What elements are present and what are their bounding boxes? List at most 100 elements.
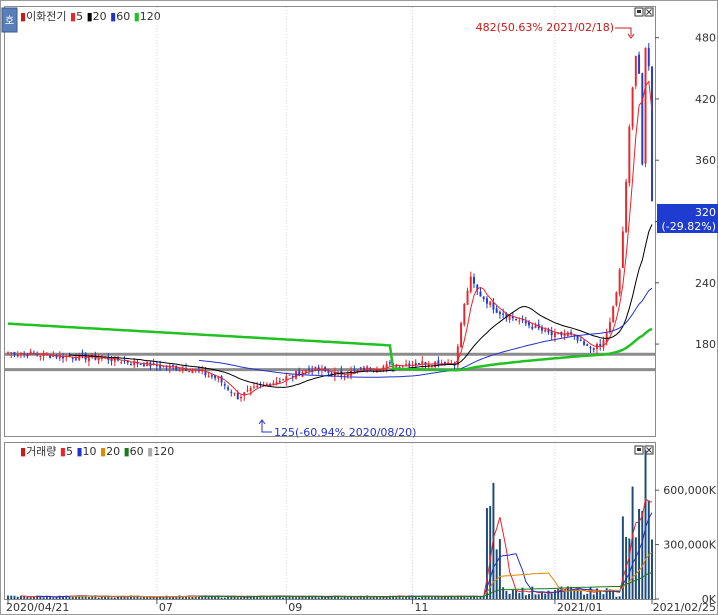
volume-bar (540, 592, 543, 599)
volume-bar (236, 597, 239, 599)
volume-bar (256, 596, 259, 599)
candle-body (256, 385, 259, 388)
candle-body (227, 387, 230, 390)
volume-bar (314, 596, 317, 599)
volume-bar (133, 597, 136, 599)
candle-body (10, 352, 13, 354)
candle-body (398, 366, 401, 368)
candle-body (133, 360, 136, 366)
candle-body (359, 367, 362, 369)
candle-body (469, 276, 472, 292)
candle-body (502, 313, 505, 315)
volume-tick-label: 300,000K (663, 539, 716, 552)
candle-body (87, 357, 90, 362)
candle-body (460, 323, 463, 348)
volume-bar (282, 597, 285, 599)
volume-bar (26, 597, 29, 599)
candle-body (188, 371, 191, 373)
current-price-change: (-29.82%) (662, 220, 717, 233)
candle-body (579, 339, 582, 341)
price-tick-label: 240 (695, 277, 716, 290)
volume-bar (91, 596, 94, 599)
date-tick-label: 09 (288, 601, 302, 614)
candle-body (608, 322, 611, 333)
candle-body (13, 352, 16, 356)
price-tick-label: 480 (695, 32, 716, 45)
volume-bar (528, 594, 531, 599)
volume-bar (524, 595, 527, 599)
volume-bar (16, 596, 19, 599)
candle-body (210, 375, 213, 377)
volume-bar (7, 595, 9, 599)
volume-bar (152, 597, 155, 599)
volume-bar (534, 594, 537, 599)
candle-body (576, 335, 579, 341)
candle-body (651, 66, 653, 202)
volume-bar (634, 537, 637, 599)
candle-body (418, 363, 420, 365)
volume-bar (220, 597, 223, 599)
date-tick-label: 2020/04/21 (6, 601, 69, 614)
candle-body (7, 352, 9, 354)
candle-body (625, 181, 628, 232)
volume-bar (223, 597, 226, 599)
volume-bar (240, 597, 242, 599)
side-toggle-label: 호 (5, 15, 14, 27)
candle-body (647, 47, 650, 67)
volume-bar (511, 589, 514, 599)
candle-body (350, 370, 353, 376)
volume-bar (369, 597, 372, 599)
volume-bar (23, 596, 26, 599)
volume-bar (110, 597, 113, 599)
candle-body (317, 367, 320, 371)
volume-bar (618, 596, 621, 599)
current-price-badge: 320 (-29.82%) (657, 204, 718, 233)
volume-bar (647, 500, 650, 599)
candle-body (463, 303, 466, 325)
volume-bar (97, 597, 100, 599)
candle-body (638, 54, 641, 74)
candle-body (421, 361, 424, 364)
candle-body (16, 354, 19, 357)
date-tick-label: 11 (415, 601, 429, 614)
candle-body (602, 340, 605, 348)
volume-bar (13, 595, 16, 599)
candle-body (223, 384, 226, 386)
candle-body (233, 392, 236, 394)
volume-bar (592, 594, 595, 599)
candle-body (249, 387, 252, 391)
volume-bar (363, 597, 365, 599)
candle-body (81, 352, 84, 355)
current-price-value: 320 (695, 206, 716, 219)
side-toggle-button[interactable]: 호 (1, 7, 18, 33)
volume-bar (49, 596, 52, 599)
candle-body (618, 269, 621, 294)
volume-bar (612, 591, 615, 599)
candle-body (353, 369, 356, 371)
candle-body (74, 358, 77, 360)
candle-body (240, 396, 242, 399)
volume-bar (265, 596, 268, 599)
candle-body (175, 365, 178, 370)
candle-body (178, 369, 181, 372)
volume-bar (113, 597, 116, 599)
volume-bar (430, 597, 433, 599)
volume-bar (356, 597, 359, 599)
volume-bar (324, 597, 327, 599)
candle-body (346, 374, 349, 377)
candle-body (531, 326, 534, 329)
candle-body (498, 311, 501, 315)
candle-body (139, 363, 142, 365)
volume-bar (586, 593, 589, 599)
candle-body (473, 276, 475, 284)
volume-bar (495, 549, 498, 599)
candle-body (456, 346, 459, 366)
candle-body (252, 386, 255, 388)
volume-bar (628, 538, 631, 599)
volume-bar (295, 597, 297, 599)
candle-body (434, 361, 437, 368)
candle-body (307, 368, 310, 370)
date-tick-label: 2021/01 (557, 601, 603, 614)
chart-canvas: 호 ▮이화전기 ▮5 ▮20 ▮60 ▮120 ▮거래량 ▮5 ▮10 ▮20 … (0, 0, 718, 615)
candle-body (631, 87, 634, 127)
